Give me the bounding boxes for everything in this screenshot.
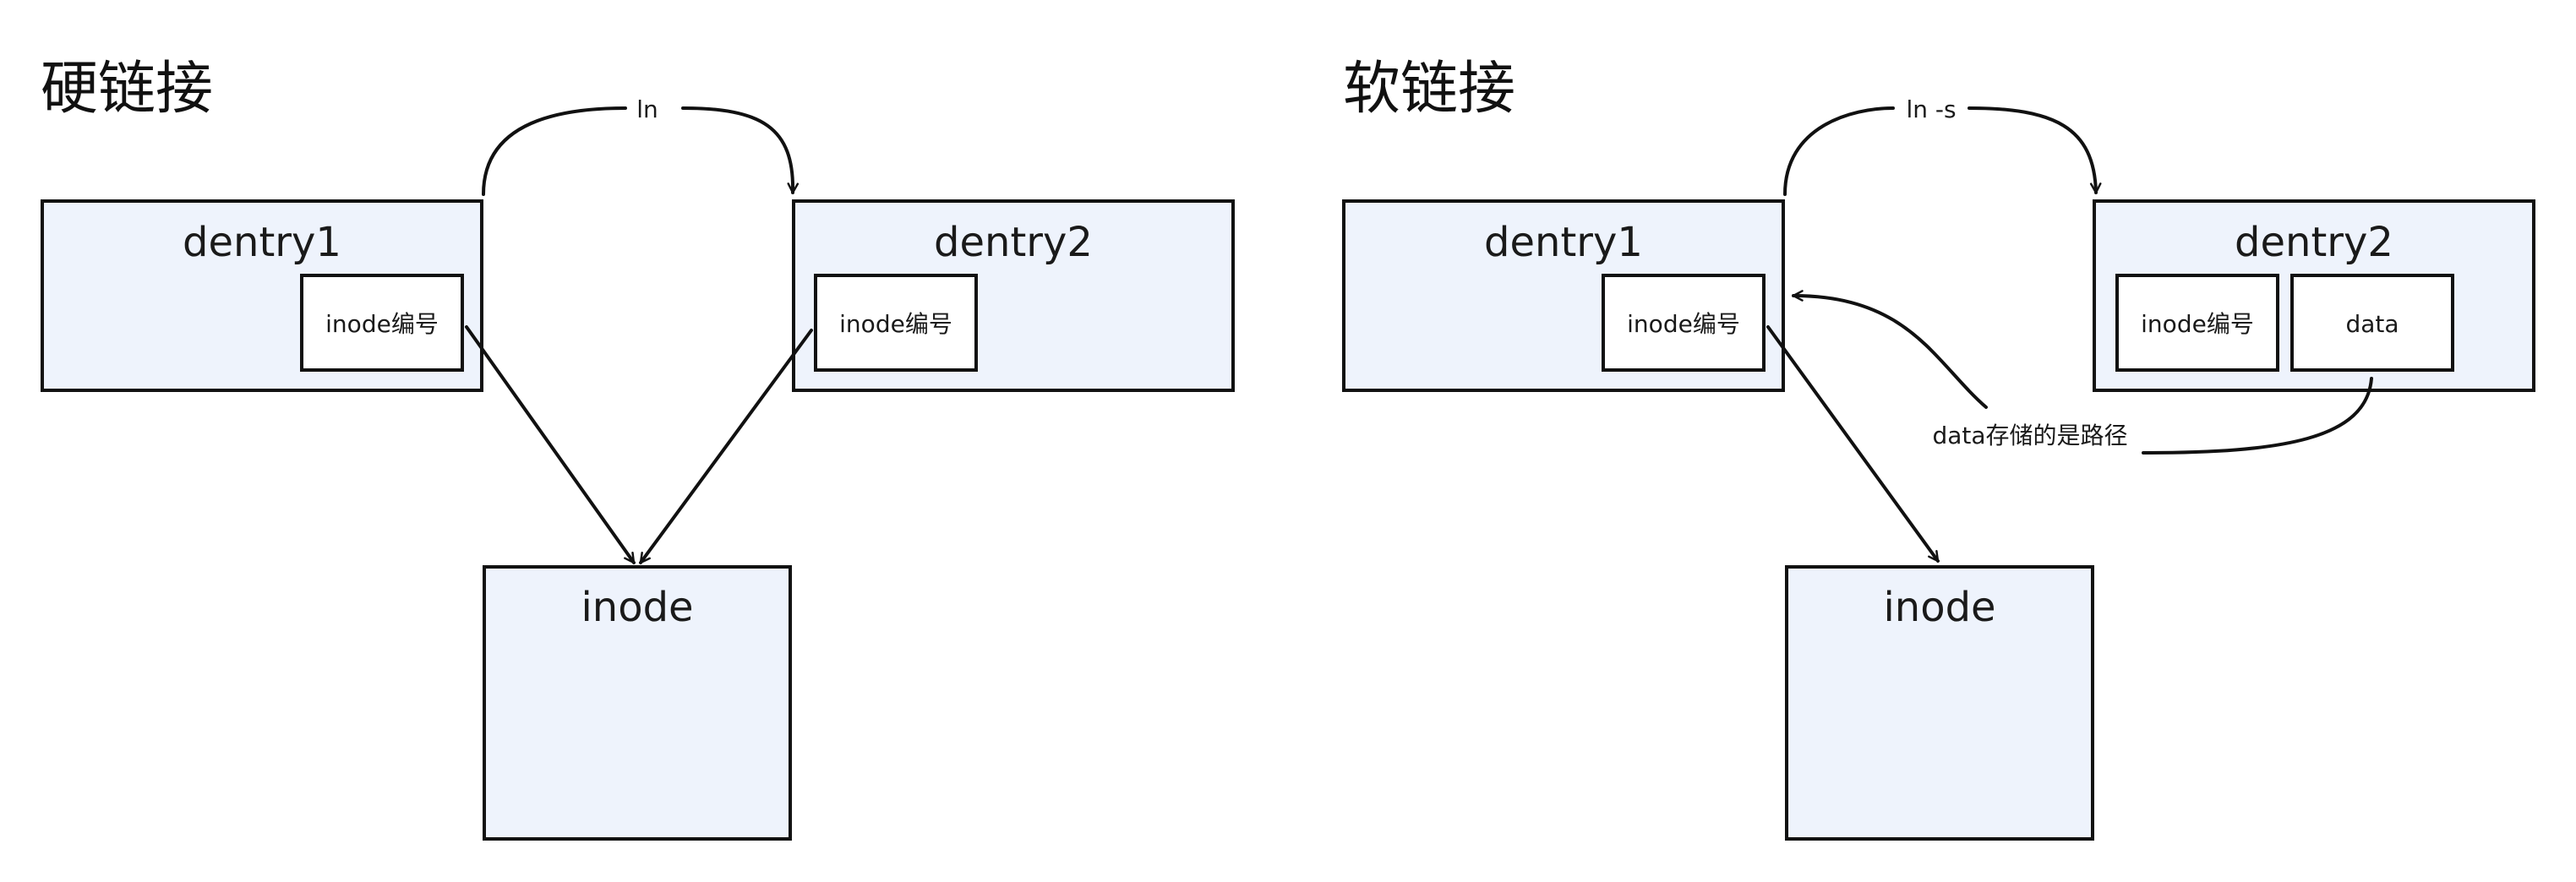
hard-dentry2-inode-field-label: inode编号 xyxy=(839,310,952,338)
hard-dentry1-label: dentry1 xyxy=(183,219,341,266)
soft-inode-label: inode xyxy=(1883,584,1995,631)
soft-dentry2-label: dentry2 xyxy=(2235,219,2393,266)
hard-dentry2-to-inode-edge xyxy=(639,329,813,564)
soft-dentry1-to-inode-edge xyxy=(1766,325,1940,563)
soft-dentry1-inode-field-label: inode编号 xyxy=(1627,310,1740,338)
hard-dentry2-node: dentry2 inode编号 xyxy=(792,199,1235,392)
hard-ln-label: ln xyxy=(636,95,658,123)
soft-data-note-label: data存储的是路径 xyxy=(1932,422,2127,449)
soft-dentry1-node: dentry1 inode编号 xyxy=(1342,199,1785,392)
soft-ln-s-label: ln -s xyxy=(1906,95,1956,123)
soft-inode-node: inode xyxy=(1785,565,2094,841)
hard-link-title: 硬链接 xyxy=(41,56,213,122)
hard-dentry2-label: dentry2 xyxy=(934,219,1093,266)
hard-dentry1-node: dentry1 inode编号 xyxy=(41,199,483,392)
soft-link-title: 软链接 xyxy=(1343,56,1515,122)
soft-dentry2-node: dentry2 inode编号 data xyxy=(2093,199,2535,392)
hard-link-section: 硬链接 dentry1 inode编号 dentry2 inode编号 inod… xyxy=(41,56,1235,841)
link-diagram: 硬链接 dentry1 inode编号 dentry2 inode编号 inod… xyxy=(41,56,2535,841)
soft-link-section: 软链接 dentry1 inode编号 dentry2 inode编号 data… xyxy=(1342,56,2535,841)
soft-dentry1-label: dentry1 xyxy=(1484,219,1643,266)
soft-dentry2-data-field-label: data xyxy=(2345,310,2399,338)
hard-dentry1-inode-field-label: inode编号 xyxy=(325,310,439,338)
hard-inode-label: inode xyxy=(581,584,693,631)
hard-dentry1-to-inode-edge xyxy=(465,325,636,564)
soft-dentry2-inode-field-label: inode编号 xyxy=(2141,310,2254,338)
hard-inode-node: inode xyxy=(483,565,792,841)
